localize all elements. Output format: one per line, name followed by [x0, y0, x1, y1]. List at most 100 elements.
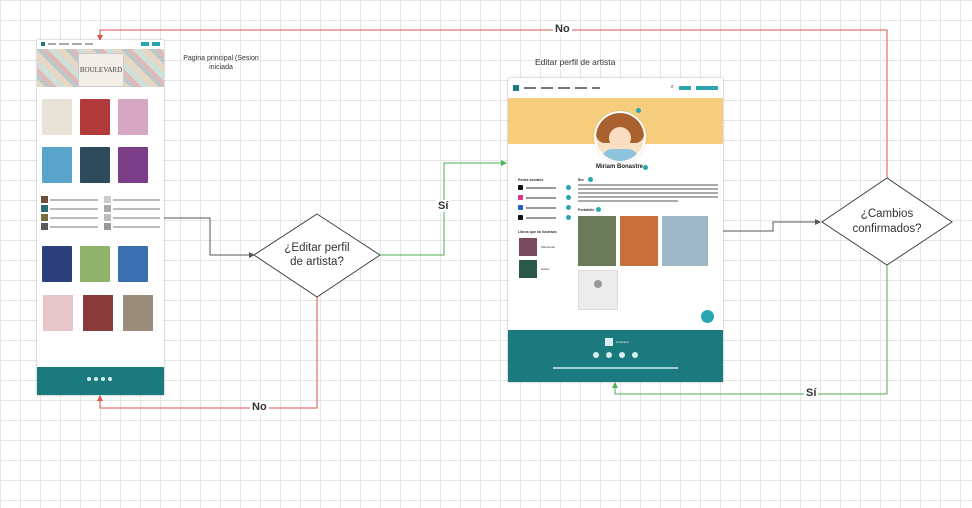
- decision-edit-line-1: ¿Editar perfil: [284, 242, 350, 254]
- social-row: [518, 184, 556, 191]
- ranking-line: [112, 198, 160, 201]
- facebook-icon: [518, 205, 523, 210]
- nav-button: [679, 85, 691, 90]
- artist-row: [37, 291, 164, 331]
- edge-label-si-edit: Sí: [436, 200, 451, 212]
- bio-line: [578, 188, 718, 190]
- ranking-line: [50, 198, 98, 201]
- ranking-line: [50, 216, 98, 219]
- nav-link: [48, 43, 56, 45]
- nav-link: [558, 86, 570, 89]
- instagram-icon: [518, 195, 523, 200]
- decision-confirm-line-1: ¿Cambios: [860, 208, 914, 220]
- edit-profile-caption: Editar perfil de artista: [535, 57, 616, 67]
- book-thumb: [118, 147, 148, 183]
- social-row: [518, 194, 556, 201]
- edge-edit-to-confirm: [723, 219, 821, 232]
- book-row: [37, 243, 164, 282]
- decision-edit-line-2: de artista?: [290, 256, 344, 268]
- portfolio-heading: Portafolio: [578, 208, 595, 212]
- footer-brand: ArtGlobal: [616, 340, 629, 344]
- social-row: [518, 214, 556, 221]
- edit-page-footer: ArtGlobal: [508, 330, 723, 382]
- book-cover: [519, 238, 537, 256]
- ranking-list: [37, 192, 164, 234]
- edit-check-icon: [566, 195, 571, 200]
- book-thumb: [42, 147, 72, 183]
- portfolio-image: [578, 216, 616, 266]
- bio-line: [578, 196, 718, 198]
- decision-confirm-text: ¿Cambios confirmados?: [826, 207, 948, 237]
- ranking-line: [112, 216, 160, 219]
- ranking-item: [41, 222, 98, 231]
- edge-label-no-top: No: [553, 23, 572, 35]
- logo-icon: [605, 338, 613, 346]
- ranking-thumb: [103, 223, 111, 230]
- social-url: [526, 216, 556, 219]
- bio-line: [578, 192, 718, 194]
- social-url: [526, 186, 556, 189]
- ranking-column: [103, 195, 160, 231]
- artist-avatar: [123, 295, 153, 331]
- main-page-mockup: BOULEVARD: [37, 40, 164, 395]
- book-thumb: [42, 99, 72, 135]
- nav-link: [59, 43, 69, 45]
- facebook-icon: [593, 352, 599, 358]
- ranking-thumb: [103, 205, 111, 212]
- main-page-caption: Pagina principal (Sesion iniciada: [183, 55, 259, 71]
- ranking-thumb: [103, 196, 111, 203]
- edge-label-si-confirm: Sí: [804, 387, 819, 399]
- book-thumb: [42, 246, 72, 282]
- edit-check-icon: [566, 205, 571, 210]
- bio-line: [578, 184, 718, 186]
- ranking-thumb: [41, 196, 48, 203]
- artist-avatar: [83, 295, 113, 331]
- edit-check-icon: [588, 177, 593, 182]
- book-thumb: [80, 246, 110, 282]
- instagram-icon: [619, 352, 625, 358]
- ranking-thumb: [103, 214, 111, 221]
- edge-no-top: [97, 29, 888, 178]
- edit-page-navbar: ⌕: [508, 78, 723, 97]
- main-page-navbar: [37, 40, 164, 48]
- ranking-item: [103, 195, 160, 204]
- edit-check-icon: [596, 207, 601, 212]
- ranking-item: [103, 222, 160, 231]
- portfolio-image: [620, 216, 658, 266]
- chat-icon: [701, 310, 714, 323]
- nav-link: [524, 86, 536, 89]
- tiktok-icon: [518, 215, 523, 220]
- edge-main-to-decision: [164, 217, 255, 258]
- social-url: [526, 196, 556, 199]
- ranking-line: [50, 207, 98, 210]
- ranking-item: [41, 213, 98, 222]
- hero-book: BOULEVARD: [78, 53, 124, 87]
- close-icon: [594, 280, 602, 288]
- x-icon: [518, 185, 523, 190]
- social-heading: Redes sociales: [518, 178, 544, 182]
- x-icon: [94, 377, 98, 381]
- decision-confirm-line-2: confirmados?: [852, 223, 922, 235]
- ranking-thumb: [41, 223, 48, 230]
- decision-edit-text: ¿Editar perfil de artista?: [258, 241, 376, 269]
- bio-heading: Bio: [578, 178, 584, 182]
- avatar-face: [609, 127, 631, 149]
- footer-links: [553, 367, 678, 369]
- ranking-column: [41, 195, 98, 231]
- social-row: [518, 204, 556, 211]
- youtube-icon: [108, 377, 112, 381]
- logo-icon: [41, 42, 45, 46]
- book-row: [37, 144, 164, 183]
- nav-link: [541, 86, 553, 89]
- nav-link: [72, 43, 82, 45]
- artist-name: Miriam Bonastre: [596, 164, 644, 170]
- ranking-thumb: [41, 205, 48, 212]
- book-thumb: [80, 147, 110, 183]
- nav-profile-button: [696, 85, 718, 90]
- book-cover: [519, 260, 537, 278]
- facebook-icon: [87, 377, 91, 381]
- edit-check-icon: [566, 215, 571, 220]
- hero-banner: BOULEVARD: [37, 49, 164, 87]
- youtube-icon: [632, 352, 638, 358]
- book-title: Marionette: [541, 245, 556, 249]
